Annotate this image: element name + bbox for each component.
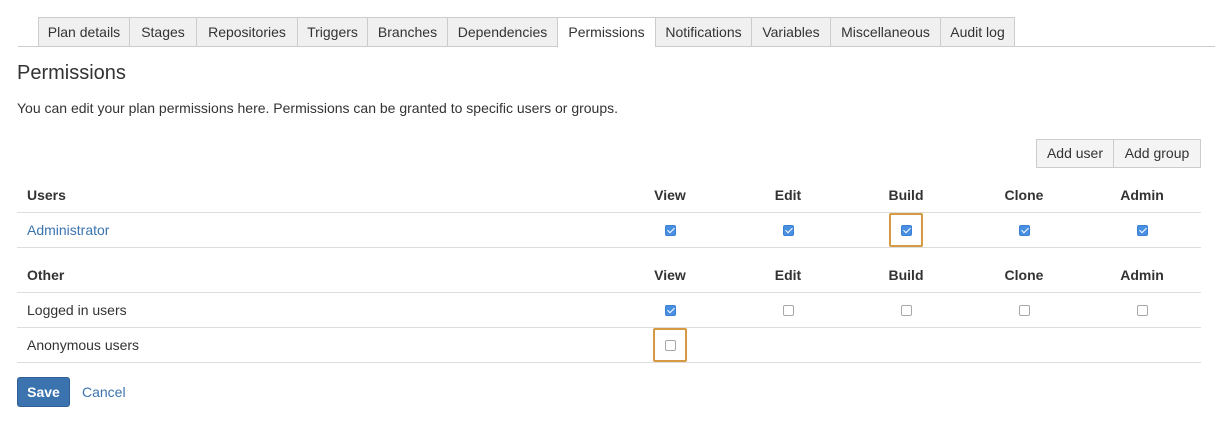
tab-notifications[interactable]: Notifications — [655, 17, 751, 47]
tab-bar: Plan details Stages Repositories Trigger… — [18, 17, 1215, 48]
other-view-column-header: View — [654, 267, 686, 283]
administrator-admin-checkbox[interactable] — [1137, 225, 1148, 236]
other-build-column-header: Build — [888, 267, 924, 283]
table-divider — [17, 247, 1201, 248]
tab-variables[interactable]: Variables — [751, 17, 830, 47]
users-build-column-header: Build — [888, 187, 924, 203]
logged-in-users-edit-checkbox[interactable] — [783, 305, 794, 316]
users-admin-column-header: Admin — [1120, 187, 1164, 203]
administrator-clone-checkbox[interactable] — [1019, 225, 1030, 236]
tab-branches[interactable]: Branches — [367, 17, 447, 47]
administrator-build-checkbox[interactable] — [901, 225, 912, 236]
logged-in-users-clone-checkbox[interactable] — [1019, 305, 1030, 316]
tab-repositories[interactable]: Repositories — [196, 17, 297, 47]
logged-in-users-build-checkbox[interactable] — [901, 305, 912, 316]
tab-permissions[interactable]: Permissions — [557, 17, 655, 48]
add-user-button[interactable]: Add user — [1036, 139, 1114, 168]
tab-triggers[interactable]: Triggers — [297, 17, 367, 47]
anonymous-users-label: Anonymous users — [27, 337, 140, 353]
save-button[interactable]: Save — [17, 377, 70, 407]
users-edit-column-header: Edit — [774, 187, 802, 203]
users-column-header: Users — [27, 187, 66, 203]
administrator-edit-checkbox[interactable] — [783, 225, 794, 236]
page-title: Permissions — [17, 62, 126, 84]
logged-in-users-admin-checkbox[interactable] — [1137, 305, 1148, 316]
cancel-link[interactable]: Cancel — [82, 384, 126, 400]
add-group-button[interactable]: Add group — [1113, 139, 1201, 168]
logged-in-users-view-checkbox[interactable] — [665, 305, 676, 316]
page-description: You can edit your plan permissions here.… — [17, 100, 619, 116]
other-admin-column-header: Admin — [1120, 267, 1164, 283]
user-administrator-link[interactable]: Administrator — [27, 222, 109, 238]
other-clone-column-header: Clone — [1004, 267, 1044, 283]
table-divider — [17, 292, 1201, 293]
users-clone-column-header: Clone — [1004, 187, 1044, 203]
other-edit-column-header: Edit — [774, 267, 802, 283]
administrator-view-checkbox[interactable] — [665, 225, 676, 236]
tab-dependencies[interactable]: Dependencies — [447, 17, 557, 47]
users-view-column-header: View — [654, 187, 686, 203]
anonymous-users-view-checkbox[interactable] — [665, 340, 676, 351]
table-divider — [17, 362, 1201, 363]
table-divider — [17, 212, 1201, 213]
tab-stages[interactable]: Stages — [129, 17, 196, 47]
tab-miscellaneous[interactable]: Miscellaneous — [830, 17, 940, 47]
tab-audit-log[interactable]: Audit log — [940, 17, 1015, 47]
table-divider — [17, 327, 1201, 328]
tab-plan-details[interactable]: Plan details — [38, 17, 129, 47]
other-column-header: Other — [27, 267, 65, 283]
logged-in-users-label: Logged in users — [27, 302, 127, 318]
